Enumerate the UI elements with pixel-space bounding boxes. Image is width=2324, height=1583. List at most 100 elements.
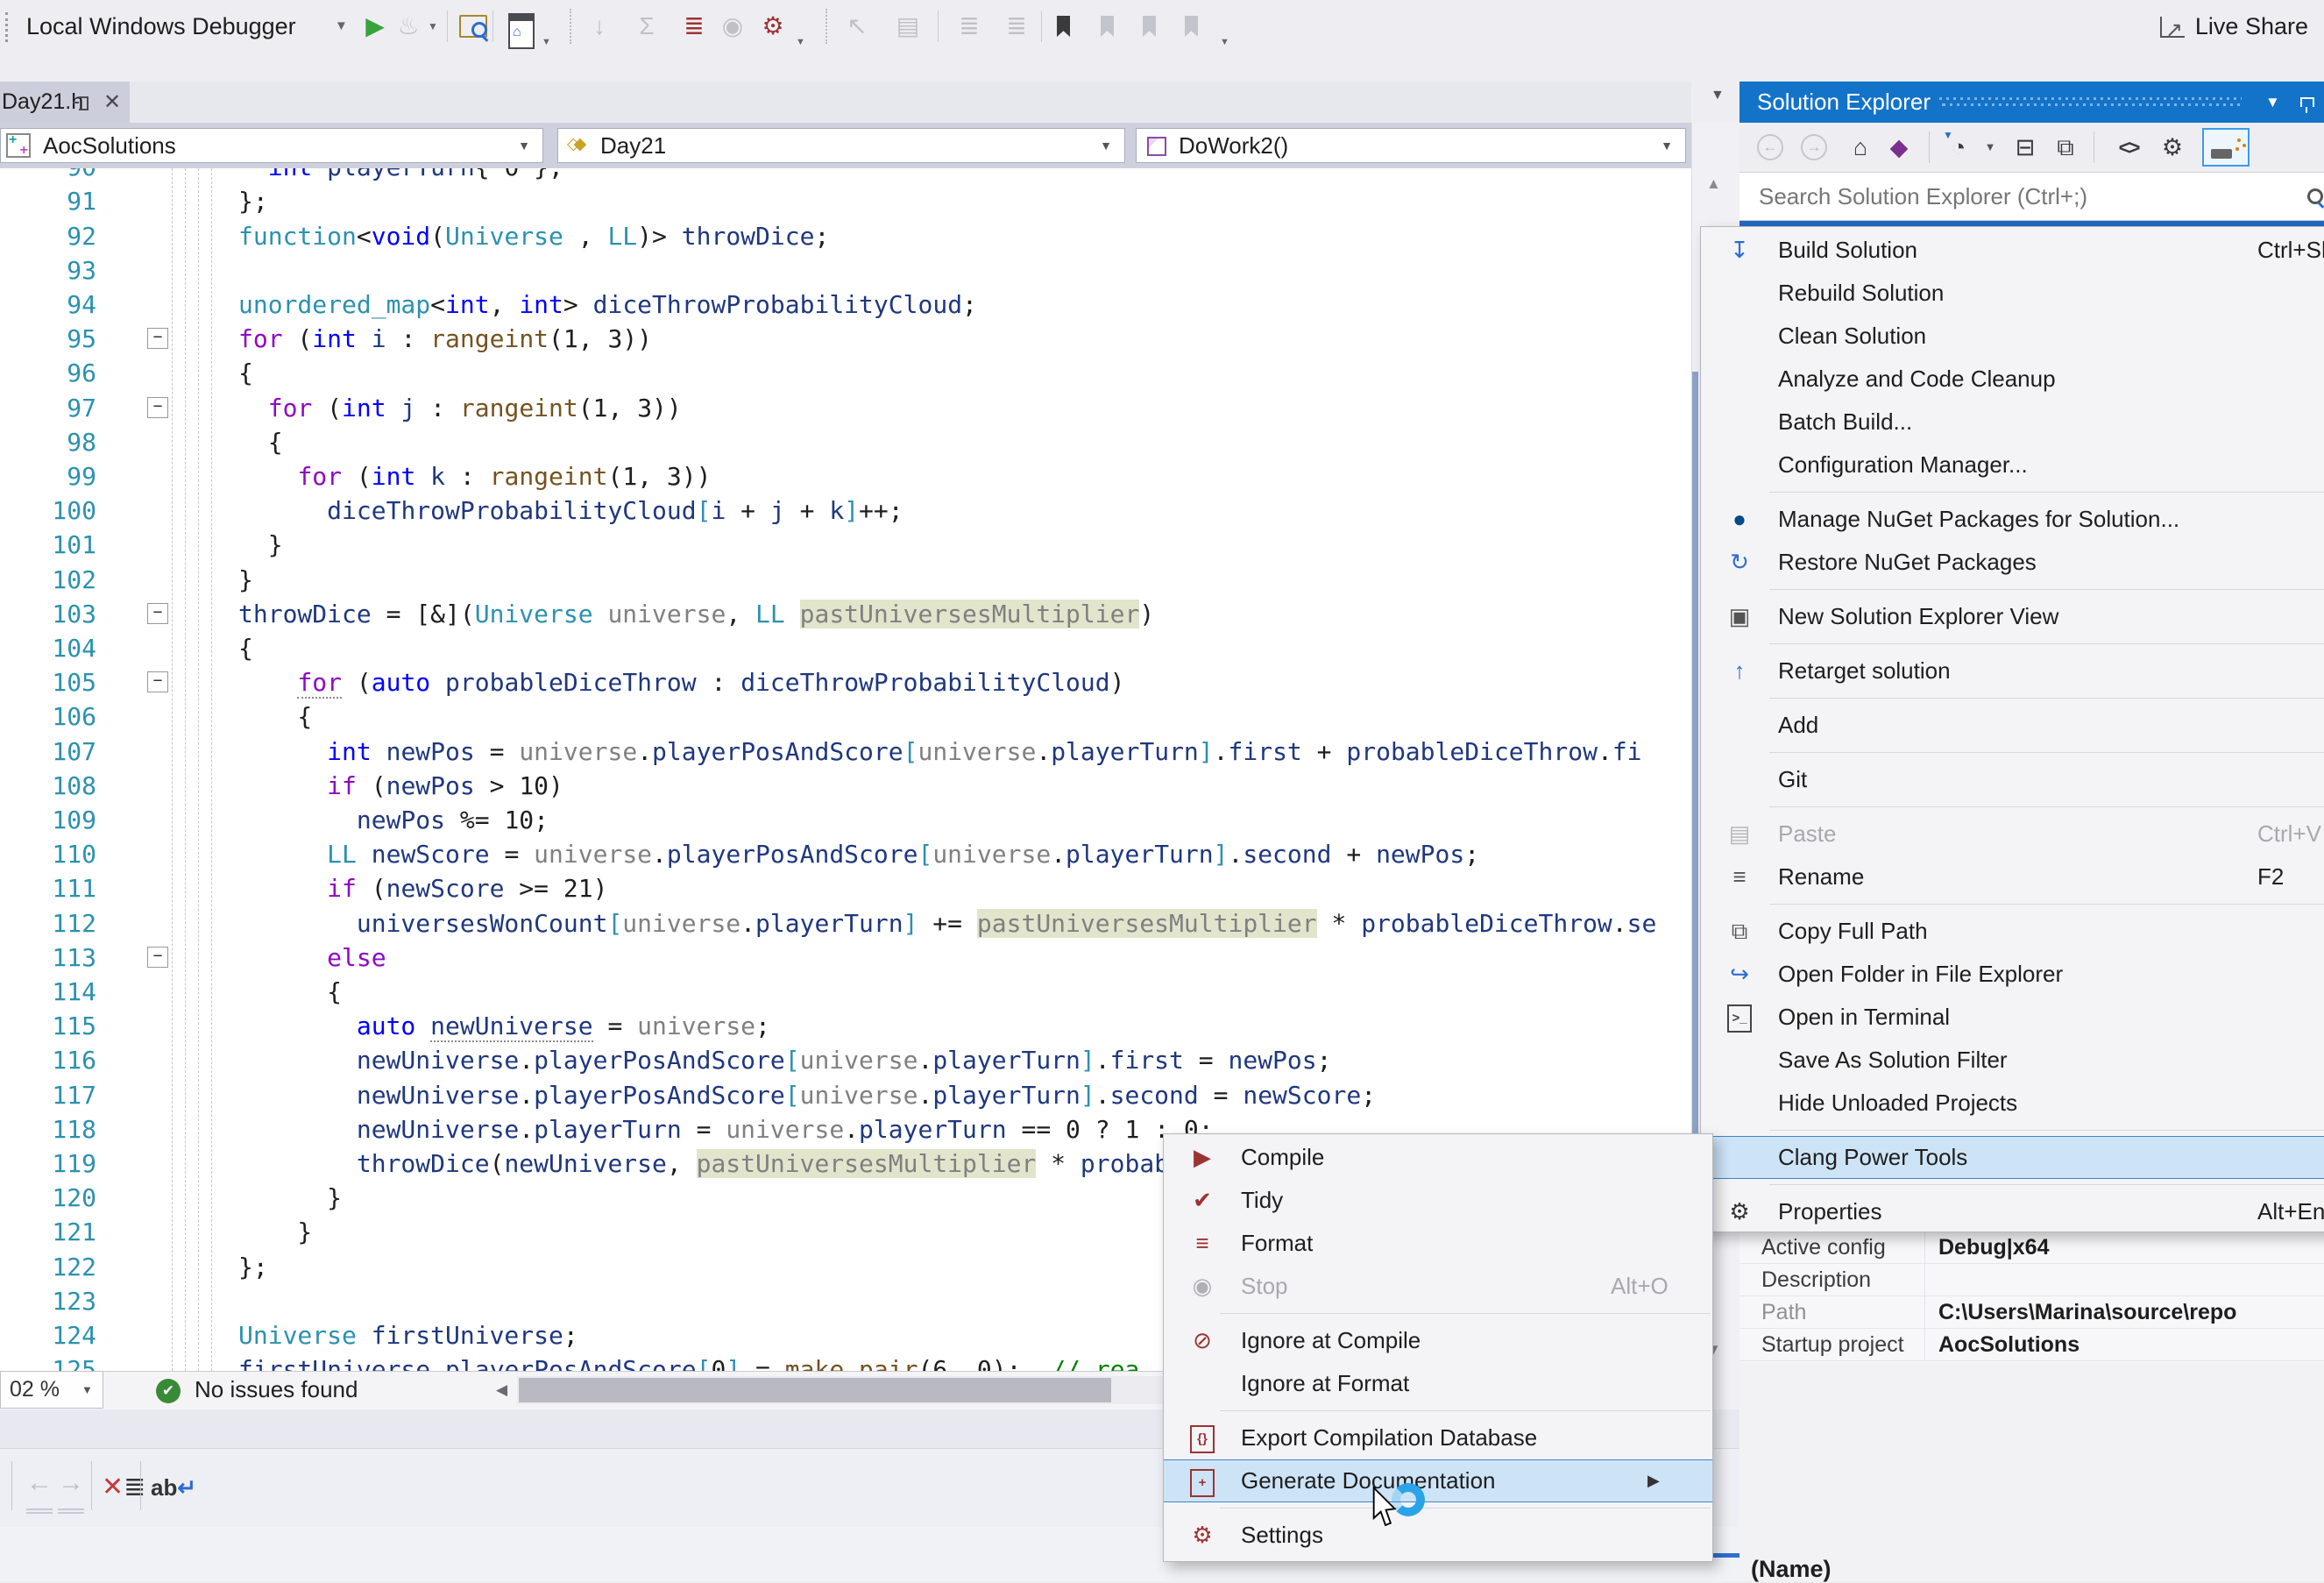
menu-item-compile[interactable]: ▶Compile	[1164, 1136, 1712, 1179]
code-line-95[interactable]: 95−for (int i : rangeint(1, 3))	[0, 322, 1691, 356]
menu-item-format[interactable]: ≡Format	[1164, 1222, 1712, 1265]
menu-item-properties[interactable]: ⚙PropertiesAlt+En	[1701, 1190, 2324, 1233]
code-line-100[interactable]: 100 diceThrowProbabilityCloud[i + j + k]…	[0, 493, 1691, 528]
tab-pin-icon[interactable]	[74, 96, 90, 110]
code-line-115[interactable]: 115 auto newUniverse = universe;	[0, 1009, 1691, 1043]
code-line-109[interactable]: 109 newPos %= 10;	[0, 803, 1691, 837]
code-line-90[interactable]: 90 int playerTurn{ 0 };	[0, 168, 1691, 184]
code-line-103[interactable]: 103−throwDice = [&](Universe universe, L…	[0, 597, 1691, 631]
debug-target-chevron-icon[interactable]: ▼	[335, 0, 348, 53]
menu-item-git[interactable]: Git	[1701, 758, 2324, 801]
code-line-99[interactable]: 99 for (int k : rangeint(1, 3))	[0, 459, 1691, 493]
project-dropdown[interactable]: ++ AocSolutions▼	[0, 128, 543, 163]
code-line-111[interactable]: 111 if (newScore >= 21)	[0, 871, 1691, 905]
word-wrap-icon[interactable]: ab↵	[151, 1449, 196, 1526]
menu-item-export-compilation-database[interactable]: {}Export Compilation Database	[1164, 1416, 1712, 1459]
view-code-icon[interactable]: <>	[2108, 123, 2150, 172]
tab-day21[interactable]: Day21.h ✕	[0, 82, 130, 123]
code-line-107[interactable]: 107 int newPos = universe.playerPosAndSc…	[0, 735, 1691, 769]
fold-collapse-icon[interactable]: −	[147, 603, 168, 624]
code-line-94[interactable]: 94unordered_map<int, int> diceThrowProba…	[0, 287, 1691, 322]
menu-item-clang-power-tools[interactable]: Clang Power Tools	[1701, 1136, 2324, 1179]
code-line-110[interactable]: 110 LL newScore = universe.playerPosAndS…	[0, 837, 1691, 871]
code-line-108[interactable]: 108 if (newPos > 10)	[0, 769, 1691, 803]
menu-item-configuration-manager[interactable]: Configuration Manager...	[1701, 444, 2324, 486]
solution-explorer-search[interactable]: Search Solution Explorer (Ctrl+;)	[1739, 172, 2324, 221]
clang-toolbar-chevron-icon[interactable]: ▼	[796, 16, 805, 68]
code-line-105[interactable]: 105− for (auto probableDiceThrow : diceT…	[0, 665, 1691, 699]
code-line-106[interactable]: 106 {	[0, 699, 1691, 734]
fold-collapse-icon[interactable]: −	[147, 397, 168, 418]
code-line-112[interactable]: 112 universesWonCount[universe.playerTur…	[0, 906, 1691, 941]
fold-collapse-icon[interactable]: −	[147, 671, 168, 692]
clang-tidy-toolbar-icon[interactable]	[677, 0, 712, 53]
menu-item-analyze-and-code-cleanup[interactable]: Analyze and Code Cleanup	[1701, 358, 2324, 401]
zoom-chevron-icon[interactable]: ▼	[81, 1372, 93, 1408]
toggle-bookmark-icon[interactable]	[1057, 16, 1070, 37]
start-debug-icon[interactable]	[358, 0, 393, 53]
property-row-path[interactable]: PathC:\Users\Marina\source\repo	[1739, 1296, 2324, 1329]
sync-with-active-document-icon[interactable]: ⊟	[2008, 123, 2043, 172]
hscroll-thumb[interactable]	[519, 1378, 1111, 1402]
property-row-startup-project[interactable]: Startup projectAocSolutions	[1739, 1329, 2324, 1361]
code-line-104[interactable]: 104{	[0, 631, 1691, 665]
zoom-control[interactable]: 02 % ▼	[0, 1371, 103, 1409]
hscroll-left-icon[interactable]: ◀	[496, 1371, 507, 1409]
menu-item-rebuild-solution[interactable]: Rebuild Solution	[1701, 272, 2324, 315]
menu-item-paste[interactable]: ▤PasteCtrl+V	[1701, 813, 2324, 855]
menu-item-build-solution[interactable]: ↧Build SolutionCtrl+Sh	[1701, 229, 2324, 272]
home-icon[interactable]: ⌂	[1843, 123, 1878, 172]
new-window-chevron-icon[interactable]: ▼	[542, 16, 551, 68]
property-row-description[interactable]: Description	[1739, 1264, 2324, 1296]
pin-panel-icon[interactable]	[2300, 96, 2314, 111]
code-line-96[interactable]: 96{	[0, 356, 1691, 390]
find-in-files-icon[interactable]	[459, 15, 487, 38]
menu-item-generate-documentation[interactable]: +Generate Documentation▶	[1164, 1459, 1712, 1502]
menu-item-manage-nuget-packages-for-solution[interactable]: ●Manage NuGet Packages for Solution...	[1701, 498, 2324, 541]
menu-item-restore-nuget-packages[interactable]: ↻Restore NuGet Packages	[1701, 541, 2324, 584]
code-line-93[interactable]: 93	[0, 253, 1691, 287]
code-line-113[interactable]: 113− else	[0, 941, 1691, 975]
code-line-101[interactable]: 101 }	[0, 528, 1691, 562]
menu-item-clean-solution[interactable]: Clean Solution	[1701, 315, 2324, 358]
menu-item-open-folder-in-file-explorer[interactable]: ↪Open Folder in File Explorer	[1701, 953, 2324, 996]
switch-views-icon[interactable]: ◆	[1881, 123, 1917, 172]
code-line-116[interactable]: 116 newUniverse.playerPosAndScore[univer…	[0, 1043, 1691, 1077]
code-line-117[interactable]: 117 newUniverse.playerPosAndScore[univer…	[0, 1078, 1691, 1112]
code-line-114[interactable]: 114 {	[0, 975, 1691, 1009]
new-window-icon[interactable]: ⌂	[508, 13, 535, 49]
scroll-up-icon[interactable]: ▲	[1706, 175, 1721, 193]
filter-chevron-icon[interactable]: ▼	[1981, 123, 1999, 172]
menu-item-hide-unloaded-projects[interactable]: Hide Unloaded Projects	[1701, 1082, 2324, 1125]
document-list-chevron-icon[interactable]: ▼	[1711, 88, 1725, 103]
fold-collapse-icon[interactable]: −	[147, 328, 168, 349]
menu-item-ignore-at-format[interactable]: Ignore at Format	[1164, 1362, 1712, 1405]
window-position-chevron-icon[interactable]: ▼	[2265, 82, 2280, 123]
menu-item-stop[interactable]: ◉StopAlt+O	[1164, 1265, 1712, 1308]
pending-changes-filter-icon[interactable]: ◔▼	[1941, 123, 1976, 172]
debug-target-selector[interactable]: Local Windows Debugger	[26, 0, 296, 53]
menu-item-tidy[interactable]: ✔Tidy	[1164, 1179, 1712, 1222]
preview-selected-items-toggle[interactable]	[2202, 128, 2250, 167]
menu-item-rename[interactable]: ≡RenameF2	[1701, 855, 2324, 898]
live-share-button[interactable]: Live Share	[2160, 0, 2308, 53]
collapse-all-icon[interactable]: ⧉	[2048, 123, 2083, 172]
fold-collapse-icon[interactable]: −	[147, 947, 168, 968]
property-row-active-config[interactable]: Active configDebug|x64	[1739, 1232, 2324, 1264]
menu-item-open-in-terminal[interactable]: >_Open in Terminal	[1701, 996, 2324, 1039]
code-line-92[interactable]: 92function<void(Universe , LL)> throwDic…	[0, 219, 1691, 253]
properties-toolbar-icon[interactable]: ⚙	[2155, 123, 2190, 172]
menu-item-save-as-solution-filter[interactable]: Save As Solution Filter	[1701, 1039, 2324, 1082]
toolbar-grip[interactable]	[5, 12, 8, 42]
menu-item-batch-build[interactable]: Batch Build...	[1701, 401, 2324, 444]
menu-item-new-solution-explorer-view[interactable]: ▣New Solution Explorer View	[1701, 595, 2324, 638]
solution-explorer-titlebar[interactable]: Solution Explorer ▼	[1739, 82, 2324, 123]
code-line-97[interactable]: 97− for (int j : rangeint(1, 3))	[0, 391, 1691, 425]
menu-item-retarget-solution[interactable]: ↑Retarget solution	[1701, 650, 2324, 692]
type-dropdown[interactable]: ◇◆ Day21▼	[557, 128, 1125, 163]
clang-settings-toolbar-icon[interactable]	[755, 0, 790, 53]
clear-all-icon[interactable]: ✕≣	[102, 1449, 145, 1526]
menu-item-add[interactable]: Add	[1701, 704, 2324, 747]
menu-item-settings[interactable]: ⚙Settings	[1164, 1514, 1712, 1557]
code-line-98[interactable]: 98 {	[0, 425, 1691, 459]
